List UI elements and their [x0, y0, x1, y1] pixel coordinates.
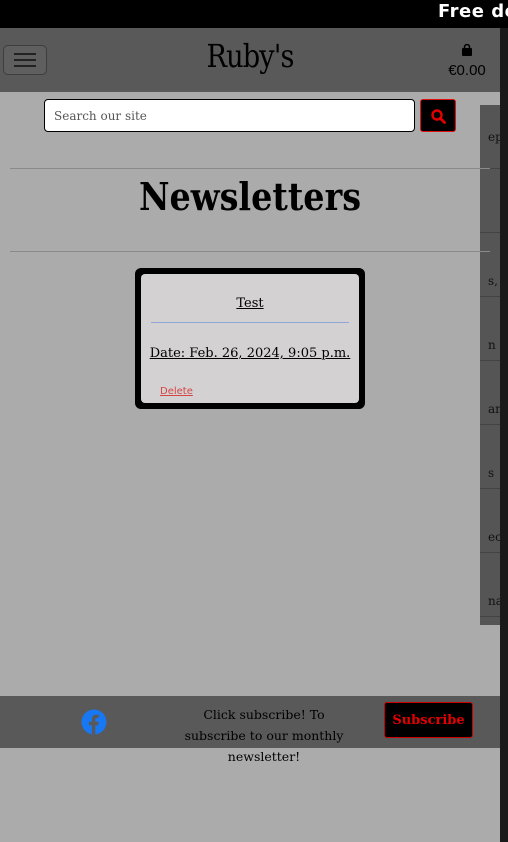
- newsletter-title-link[interactable]: Test: [141, 296, 359, 311]
- search-icon: [431, 109, 446, 124]
- side-panel-item[interactable]: s,: [480, 233, 500, 297]
- delete-link[interactable]: Delete: [160, 386, 193, 397]
- hamburger-icon: [14, 53, 36, 55]
- side-panel-item[interactable]: s: [480, 425, 500, 489]
- search-button[interactable]: [420, 99, 456, 132]
- side-panel-item-label: s,: [488, 274, 498, 288]
- cart-total: €0.00: [448, 62, 486, 79]
- cart-link[interactable]: €0.00: [442, 40, 492, 79]
- side-panel-item-label: an: [488, 402, 500, 416]
- footer-newsletter-text: Click subscribe! To subscribe to our mon…: [184, 707, 344, 764]
- facebook-icon[interactable]: [81, 709, 107, 735]
- site-logo[interactable]: Ruby's: [38, 37, 463, 75]
- card-divider: [151, 322, 349, 323]
- page-title: Newsletters: [138, 174, 362, 219]
- side-panel-item[interactable]: ec: [480, 489, 500, 553]
- side-panel-item[interactable]: an: [480, 361, 500, 425]
- side-panel-item-label: ep: [488, 130, 500, 144]
- side-panel-item[interactable]: ep: [480, 105, 500, 169]
- scrollbar-track[interactable]: [500, 28, 508, 842]
- newsletter-card-body: Test Date: Feb. 26, 2024, 9:05 p.m. Dele…: [141, 274, 359, 403]
- side-panel-item-label: na: [488, 594, 500, 608]
- side-panel: ep s, n an s ec na: [480, 105, 500, 625]
- hamburger-icon-bar: [14, 65, 36, 67]
- newsletter-card: Test Date: Feb. 26, 2024, 9:05 p.m. Dele…: [135, 268, 365, 409]
- side-panel-item-label: s: [488, 466, 495, 480]
- side-panel-item[interactable]: n: [480, 297, 500, 361]
- shopping-bag-icon: [462, 44, 472, 56]
- subscribe-button[interactable]: Subscribe: [384, 702, 473, 738]
- site-header: Ruby's €0.00: [0, 28, 500, 92]
- newsletter-date-link[interactable]: Date: Feb. 26, 2024, 9:05 p.m.: [141, 346, 359, 361]
- hamburger-icon-bar: [14, 59, 36, 61]
- side-panel-item[interactable]: [480, 169, 500, 233]
- divider: [10, 251, 490, 252]
- side-panel-item-label: ec: [488, 530, 500, 544]
- side-panel-item-label: n: [488, 338, 496, 352]
- divider: [10, 168, 490, 169]
- announcement-banner: Free delivery: [0, 0, 508, 28]
- site-footer: Click subscribe! To subscribe to our mon…: [0, 696, 500, 764]
- banner-text: Free delivery: [438, 1, 508, 22]
- side-panel-item[interactable]: na: [480, 553, 500, 617]
- search-input[interactable]: [44, 99, 415, 132]
